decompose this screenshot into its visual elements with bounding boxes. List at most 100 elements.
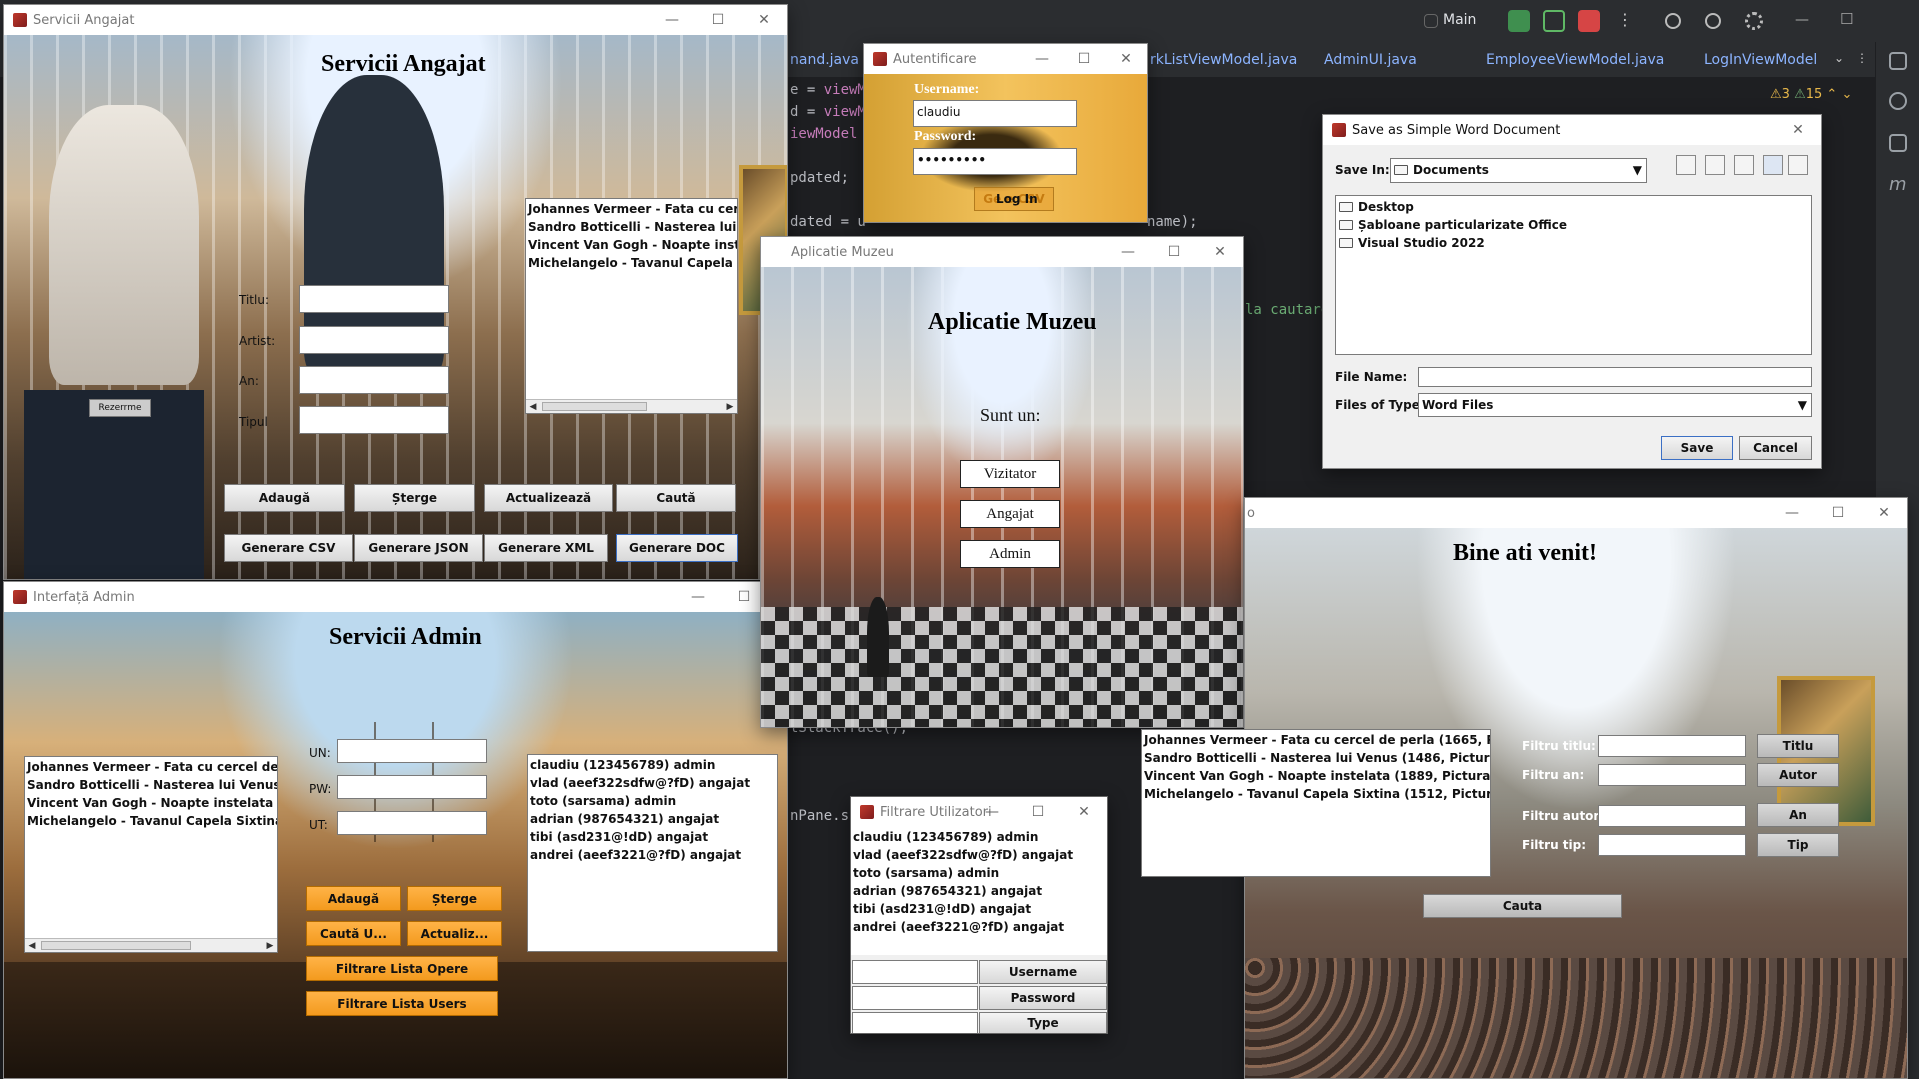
titlebar[interactable]: Autentificare — ☐ ✕ (864, 44, 1147, 74)
list-item[interactable]: adrian (987654321) angajat (530, 810, 775, 828)
artist-input[interactable] (299, 326, 449, 354)
details-view-icon[interactable] (1788, 155, 1808, 175)
visitor-artwork-list[interactable]: Johannes Vermeer - Fata cu cercel de per… (1141, 729, 1491, 877)
search-icon[interactable] (1705, 13, 1721, 29)
list-item[interactable]: Michelangelo - Tavanul Capela Sixtina (528, 254, 737, 272)
list-item[interactable]: toto (sarsama) admin (853, 864, 1105, 882)
add-button[interactable]: Adaugă (224, 484, 345, 512)
titlebar[interactable]: Interfață Admin — ☐ (4, 582, 787, 612)
username-input[interactable]: claudiu (913, 100, 1077, 127)
filter-password-button[interactable]: Password (979, 986, 1107, 1010)
list-item[interactable]: claudiu (123456789) admin (530, 756, 775, 774)
maximize-icon[interactable]: ☐ (1151, 237, 1197, 267)
list-item[interactable]: Șabloane particularizate Office (1339, 216, 1808, 234)
save-button[interactable]: Save (1661, 436, 1733, 460)
debug-icon[interactable] (1543, 10, 1565, 32)
close-icon[interactable]: ✕ (1861, 498, 1907, 528)
login-button[interactable]: Log In (996, 192, 1038, 206)
maven-icon[interactable]: m (1889, 174, 1907, 195)
tab-employee-viewmodel[interactable]: EmployeeViewModel.java (1486, 52, 1664, 68)
filter-year-input[interactable] (1598, 764, 1746, 786)
titlebar[interactable]: o — ☐ ✕ (1245, 498, 1907, 528)
gear-icon[interactable] (1745, 12, 1763, 30)
list-item[interactable]: tibi (asd231@!dD) angajat (853, 900, 1105, 918)
branch-name[interactable]: Main (1443, 12, 1476, 28)
filter-works-button[interactable]: Filtrare Lista Opere (306, 956, 498, 981)
tip-input[interactable] (299, 406, 449, 434)
cancel-button[interactable]: Cancel (1739, 436, 1812, 460)
list-item[interactable]: Vincent Van Gogh - Noapte instelata (188… (1144, 767, 1490, 785)
list-item[interactable]: tibi (asd231@!dD) angajat (530, 828, 775, 846)
close-icon[interactable]: ✕ (1061, 797, 1107, 827)
sort-title-button[interactable]: Titlu (1757, 734, 1839, 758)
list-item[interactable]: Michelangelo - Tavanul Capela Sixtina (1… (27, 812, 277, 830)
list-item[interactable]: vlad (aeef322sdfw@?fD) angajat (530, 774, 775, 792)
list-item[interactable]: Sandro Botticelli - Nasterea lui Venus (… (27, 776, 277, 794)
scroll-left-icon[interactable]: ◀ (25, 939, 39, 952)
visitor-button[interactable]: Vizitator (960, 460, 1060, 488)
maximize-icon[interactable]: ☐ (1063, 44, 1105, 74)
list-item[interactable]: Johannes Vermeer - Fata cu cercel de per… (528, 200, 737, 218)
tab-adminui[interactable]: AdminUI.java (1324, 52, 1417, 68)
more-icon[interactable]: ⋮ (1617, 10, 1633, 29)
list-item[interactable]: Johannes Vermeer - Fata cu cercel de per… (1144, 731, 1490, 749)
run-icon[interactable] (1508, 10, 1530, 32)
sort-year-button[interactable]: An (1757, 803, 1839, 827)
list-item[interactable]: claudiu (123456789) admin (853, 828, 1105, 846)
filter-users-button[interactable]: Filtrare Lista Users (306, 991, 498, 1016)
user-list[interactable]: claudiu (123456789) admin vlad (aeef322s… (851, 827, 1107, 955)
minimize-icon[interactable]: — (1105, 237, 1151, 267)
minimize-icon[interactable]: — (649, 5, 695, 35)
titlebar[interactable]: Aplicatie Muzeu — ☐ ✕ (761, 237, 1243, 267)
titlu-input[interactable] (299, 285, 449, 313)
minimize-icon[interactable]: — (969, 797, 1015, 827)
ai-assistant-icon[interactable] (1889, 92, 1907, 110)
list-item[interactable]: Sandro Botticelli - Nasterea lui Venus (… (1144, 749, 1490, 767)
home-icon[interactable] (1705, 155, 1725, 175)
list-item[interactable]: vlad (aeef322sdfw@?fD) angajat (853, 846, 1105, 864)
tabs-more-icon[interactable]: ⋮ (1856, 51, 1868, 65)
minimize-icon[interactable]: — (1021, 44, 1063, 74)
list-item[interactable]: andrei (aeef3221@?fD) angajat (530, 846, 775, 864)
scroll-left-icon[interactable]: ◀ (526, 400, 540, 413)
list-item[interactable]: andrei (aeef3221@?fD) angajat (853, 918, 1105, 936)
list-item[interactable]: Desktop (1339, 198, 1808, 216)
username-input[interactable] (337, 739, 487, 763)
user-list[interactable]: claudiu (123456789) admin vlad (aeef322s… (527, 754, 778, 952)
list-item[interactable]: Vincent Van Gogh - Noapte instelata (528, 236, 737, 254)
ide-minimize-icon[interactable]: — (1795, 12, 1809, 28)
horizontal-scrollbar[interactable]: ◀ ▶ (526, 399, 737, 413)
titlebar[interactable]: Save as Simple Word Document ✕ (1323, 115, 1821, 145)
maximize-icon[interactable]: ☐ (1015, 797, 1061, 827)
username-filter-input[interactable] (852, 960, 978, 984)
scroll-right-icon[interactable]: ▶ (723, 400, 737, 413)
files-type-dropdown[interactable]: Word Files ▼ (1418, 393, 1812, 417)
ide-maximize-icon[interactable]: ☐ (1840, 10, 1853, 28)
password-input[interactable] (337, 775, 487, 799)
artwork-list[interactable]: Johannes Vermeer - Fata cu cercel de per… (525, 198, 738, 414)
delete-button[interactable]: Șterge (354, 484, 475, 512)
list-item[interactable]: Michelangelo - Tavanul Capela Sixtina (1… (1144, 785, 1490, 803)
list-item[interactable]: adrian (987654321) angajat (853, 882, 1105, 900)
an-input[interactable] (299, 366, 449, 394)
stop-icon[interactable] (1578, 10, 1600, 32)
list-item[interactable]: Visual Studio 2022 (1339, 234, 1808, 252)
usertype-input[interactable] (337, 811, 487, 835)
scroll-right-icon[interactable]: ▶ (263, 939, 277, 952)
close-icon[interactable]: ✕ (1197, 237, 1243, 267)
filter-title-input[interactable] (1598, 735, 1746, 757)
filter-username-button[interactable]: Username (979, 960, 1107, 984)
list-item[interactable]: toto (sarsama) admin (530, 792, 775, 810)
tab-command[interactable]: nand.java (790, 52, 859, 68)
sort-author-button[interactable]: Autor (1757, 763, 1839, 787)
list-item[interactable]: Sandro Botticelli - Nasterea lui Venus (528, 218, 737, 236)
admin-button[interactable]: Admin (960, 540, 1060, 568)
update-button[interactable]: Actualizează (484, 484, 613, 512)
employee-button[interactable]: Angajat (960, 500, 1060, 528)
maximize-icon[interactable]: ☐ (1815, 498, 1861, 528)
close-icon[interactable]: ✕ (1105, 44, 1147, 74)
generate-doc-button[interactable]: Generare DOC (616, 534, 738, 562)
up-folder-icon[interactable] (1676, 155, 1696, 175)
list-view-icon[interactable] (1763, 155, 1783, 175)
new-folder-icon[interactable] (1734, 155, 1754, 175)
